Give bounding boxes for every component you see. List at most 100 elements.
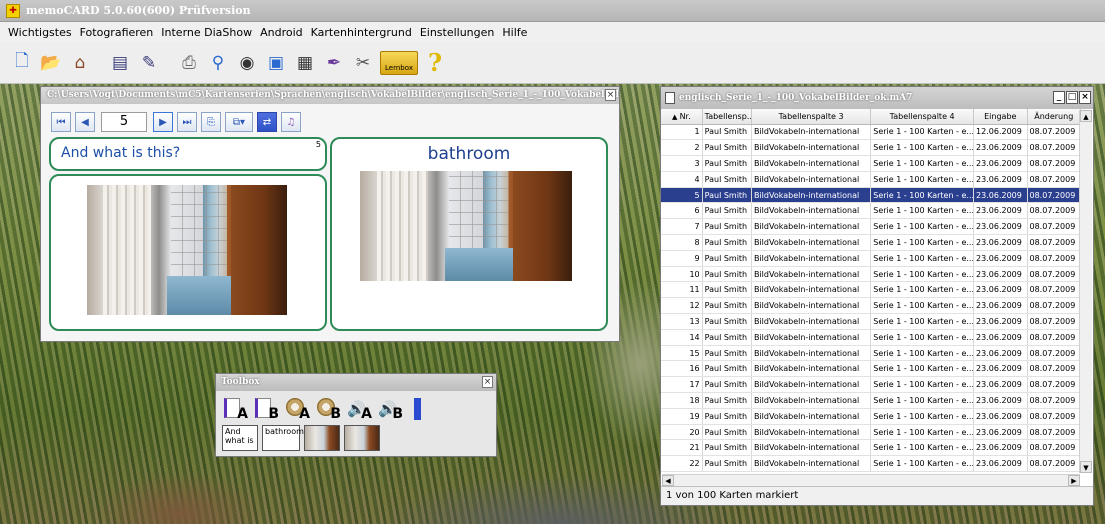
card-options-dropdown-icon[interactable]: ⧉▾ (225, 112, 253, 132)
table-cell: Serie 1 - 100 Karten - e... (870, 424, 975, 441)
table-row[interactable]: 15 Paul Smith BildVokabeln-international Se… (661, 345, 1081, 362)
table-cell: BildVokabeln-international (751, 297, 872, 315)
table-row[interactable]: 21 Paul Smith BildVokabeln-international Se… (661, 439, 1081, 457)
new-file-icon[interactable]: 🗋 (10, 51, 34, 75)
table-cell: 3 (661, 155, 703, 172)
table-row[interactable]: 6 Paul Smith BildVokabeln-international Ser… (661, 202, 1081, 220)
menu-kartenhintergrund[interactable]: Kartenhintergrund (311, 26, 412, 39)
table-cell: BildVokabeln-international (751, 218, 872, 236)
table-cell: 9 (661, 250, 703, 267)
card-window-close-icon[interactable]: × (605, 89, 616, 101)
answer-box[interactable]: bathroom (330, 137, 608, 331)
table-row[interactable]: 3 Paul Smith BildVokabeln-international Ser… (661, 155, 1081, 172)
table-cell: Serie 1 - 100 Karten - e... (870, 234, 975, 251)
table-row[interactable]: 12 Paul Smith BildVokabeln-international Se… (661, 297, 1081, 315)
horizontal-scrollbar[interactable]: ◀ ▶ (662, 474, 1080, 486)
print-icon[interactable]: ⎙ (177, 51, 201, 75)
table-cell: 08.07.2009 (1027, 155, 1081, 172)
column-header[interactable]: Tabellenspalte 3 (751, 109, 872, 125)
mini-answer-preview[interactable]: bathroom (262, 425, 304, 451)
next-card-icon[interactable]: ▶ (153, 112, 173, 132)
table-row[interactable]: 2 Paul Smith BildVokabeln-international Ser… (661, 139, 1081, 157)
menu-fotografieren[interactable]: Fotografieren (80, 26, 154, 39)
table-cell: BildVokabeln-international (751, 313, 872, 330)
column-header[interactable]: ▲ Nr. (661, 109, 703, 125)
table-row[interactable]: 14 Paul Smith BildVokabeln-international Se… (661, 329, 1081, 346)
mini-answer-image[interactable] (344, 425, 380, 451)
image-a-icon[interactable]: A (284, 396, 310, 422)
card-sound-icon[interactable]: ♫ (281, 112, 301, 132)
image-b-icon[interactable]: B (315, 396, 341, 422)
card-number-field[interactable]: 5 (101, 112, 147, 132)
table-row[interactable]: 19 Paul Smith BildVokabeln-international Se… (661, 408, 1081, 425)
copy-card-icon[interactable]: ⎘ (201, 112, 221, 132)
scroll-right-icon[interactable]: ▶ (1068, 475, 1080, 486)
search-icon[interactable]: ⚲ (206, 51, 230, 75)
scroll-left-icon[interactable]: ◀ (662, 475, 674, 486)
monitor-icon[interactable]: ▣ (264, 51, 288, 75)
column-header[interactable]: Tabellenspalte 4 (870, 109, 975, 125)
menu-wichtigstes[interactable]: Wichtigstes (8, 26, 72, 39)
question-box[interactable]: And what is this? 5 (49, 137, 327, 171)
toolbox-icons: A B A B 🔊 A 🔊 B (216, 391, 496, 423)
table-row[interactable]: 4 Paul Smith BildVokabeln-international Ser… (661, 171, 1081, 188)
menu-hilfe[interactable]: Hilfe (502, 26, 527, 39)
help-icon[interactable]: ? (423, 48, 447, 77)
text-b-icon[interactable]: B (253, 396, 279, 422)
calculator-icon[interactable]: ▦ (293, 51, 317, 75)
house-icon[interactable]: ⌂ (68, 51, 92, 75)
text-a-icon[interactable]: A (222, 396, 248, 422)
table-cell: Serie 1 - 100 Karten - e... (870, 455, 975, 473)
table-row[interactable]: 20 Paul Smith BildVokabeln-international Se… (661, 424, 1081, 441)
table-row[interactable]: 11 Paul Smith BildVokabeln-international Se… (661, 281, 1081, 299)
scroll-up-icon[interactable]: ▲ (1080, 110, 1092, 122)
toolbox-close-icon[interactable]: × (482, 376, 493, 388)
save-icon[interactable]: ▤ (108, 51, 132, 75)
table-row[interactable]: 22 Paul Smith BildVokabeln-international Se… (661, 455, 1081, 473)
vertical-scrollbar[interactable]: ▲ ▼ (1079, 110, 1092, 473)
camera-icon[interactable]: ◉ (235, 51, 259, 75)
minimize-icon[interactable]: _ (1053, 91, 1065, 104)
table-cell: 16 (661, 360, 703, 378)
table-row[interactable]: 10 Paul Smith BildVokabeln-international Se… (661, 266, 1081, 283)
close-icon[interactable]: × (1079, 91, 1091, 104)
mini-question-image[interactable] (304, 425, 340, 451)
table-row[interactable]: 17 Paul Smith BildVokabeln-international Se… (661, 376, 1081, 394)
card-nav: ⏮ ◀ 5 ▶ ⏭ ⎘ ⧉▾ ⇄ ♫ (41, 104, 619, 134)
table-row[interactable]: 7 Paul Smith BildVokabeln-international Ser… (661, 218, 1081, 236)
edit-icon[interactable]: ✎ (137, 51, 161, 75)
list-icon[interactable] (408, 396, 434, 422)
app-title: memoCARD 5.0.60(600) Prüfversion (26, 4, 251, 17)
toolbox-window: Toolbox × A B A B 🔊 A 🔊 B And what is bath… (215, 373, 497, 457)
table-cell: BildVokabeln-international (751, 281, 872, 299)
table-row[interactable]: 13 Paul Smith BildVokabeln-international Se… (661, 313, 1081, 330)
flip-card-icon[interactable]: ⇄ (257, 112, 277, 132)
scroll-down-icon[interactable]: ▼ (1080, 461, 1092, 473)
menu-diashow[interactable]: Interne DiaShow (161, 26, 252, 39)
sound-a-icon[interactable]: 🔊 A (346, 396, 372, 422)
table-row[interactable]: 8 Paul Smith BildVokabeln-international Ser… (661, 234, 1081, 251)
column-header[interactable]: Tabellensp... (702, 109, 752, 125)
lernbox-button[interactable]: Lernbox (380, 50, 418, 75)
table-row[interactable]: 16 Paul Smith BildVokabeln-international Se… (661, 360, 1081, 378)
tools-icon[interactable]: ✂ (351, 51, 375, 75)
pen-icon[interactable]: ✒ (322, 51, 346, 75)
table-row[interactable]: 18 Paul Smith BildVokabeln-international Se… (661, 392, 1081, 409)
table-row[interactable]: 1 Paul Smith BildVokabeln-international Ser… (661, 124, 1081, 141)
previous-card-icon[interactable]: ◀ (75, 112, 95, 132)
mini-question-preview[interactable]: And what is (222, 425, 258, 451)
sound-b-icon[interactable]: 🔊 B (377, 396, 403, 422)
table-row[interactable]: 5 Paul Smith BildVokabeln-international Ser… (661, 187, 1081, 204)
menu-android[interactable]: Android (260, 26, 303, 39)
open-folder-icon[interactable]: 📂 (39, 51, 63, 75)
table-cell: 08.07.2009 (1027, 360, 1081, 378)
table-cell: Serie 1 - 100 Karten - e... (870, 202, 975, 220)
last-card-icon[interactable]: ⏭ (177, 112, 197, 132)
maximize-icon[interactable]: □ (1066, 91, 1078, 104)
first-card-icon[interactable]: ⏮ (51, 112, 71, 132)
column-header[interactable]: Änderung (1027, 109, 1081, 125)
menu-einstellungen[interactable]: Einstellungen (420, 26, 495, 39)
question-image-box[interactable] (49, 174, 327, 331)
column-header[interactable]: Eingabe (973, 109, 1028, 125)
table-row[interactable]: 9 Paul Smith BildVokabeln-international Ser… (661, 250, 1081, 267)
